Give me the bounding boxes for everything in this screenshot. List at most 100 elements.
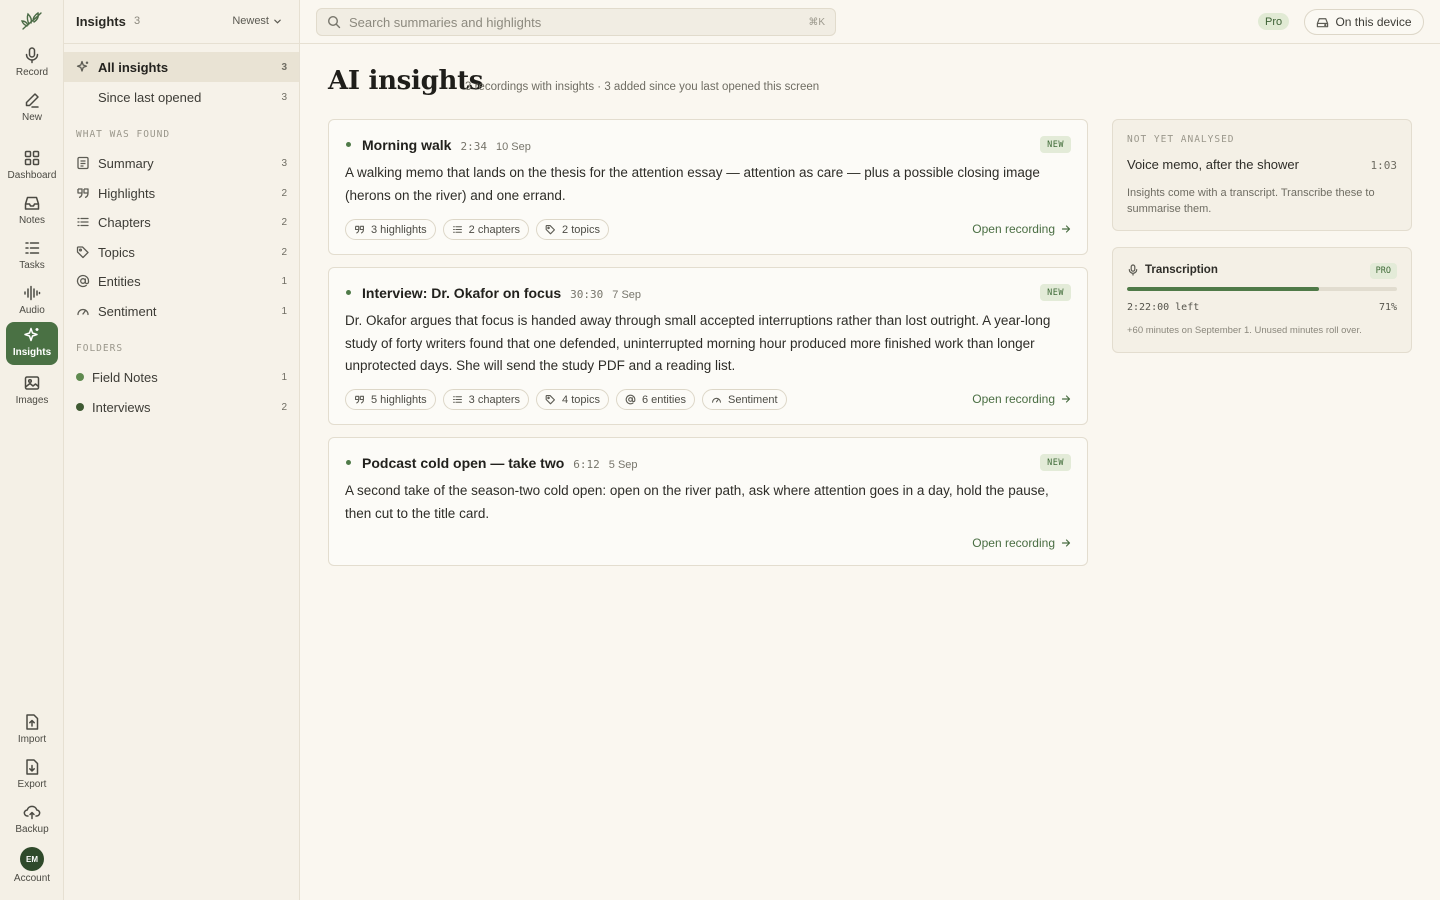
- inbox-icon: [23, 194, 41, 212]
- search-placeholder: Search summaries and highlights: [349, 14, 542, 30]
- rail-item-label: New: [21, 112, 42, 123]
- sidebar-item-since-last-opened[interactable]: Since last opened 3: [64, 82, 299, 112]
- sidebar-item-topics[interactable]: Topics 2: [64, 237, 299, 267]
- chevron-down-icon: [273, 17, 282, 26]
- sidebar-folder-field-notes[interactable]: Field Notes 1: [64, 362, 299, 392]
- tag-icon: [545, 394, 556, 405]
- file-import-icon: [23, 713, 41, 731]
- storage-location-label: On this device: [1335, 15, 1412, 29]
- rail-item-images[interactable]: Images: [6, 370, 58, 413]
- rail-item-audio[interactable]: Audio: [6, 280, 58, 323]
- topics-chip[interactable]: 2 topics: [536, 219, 609, 240]
- mic-icon: [1127, 264, 1139, 276]
- rail-item-label: Insights: [12, 347, 52, 358]
- search-input[interactable]: Search summaries and highlights ⌘K: [316, 8, 836, 36]
- waveform-icon: [23, 284, 41, 302]
- highlights-chip[interactable]: 3 highlights: [345, 219, 436, 240]
- gauge-icon: [76, 304, 90, 318]
- hard-drive-icon: [1316, 16, 1329, 29]
- account-avatar[interactable]: EM: [20, 847, 44, 871]
- rail-item-dashboard[interactable]: Dashboard: [6, 145, 58, 188]
- document-icon: [76, 156, 90, 170]
- rail-item-insights[interactable]: Insights: [6, 322, 58, 365]
- sidebar-title: Insights: [76, 14, 126, 29]
- sidebar-item-highlights[interactable]: Highlights 2: [64, 178, 299, 208]
- rail-item-label: Record: [15, 67, 49, 78]
- rail-item-label: Backup: [15, 824, 49, 835]
- quote-icon: [354, 394, 365, 405]
- open-recording-link[interactable]: Open recording: [972, 222, 1071, 236]
- sidebar-item-label: Highlights: [98, 185, 156, 201]
- chapters-chip[interactable]: 3 chapters: [442, 389, 530, 410]
- pending-recording-title[interactable]: Voice memo, after the shower: [1127, 157, 1299, 172]
- open-recording-label: Open recording: [972, 392, 1055, 406]
- tag-icon: [76, 245, 90, 259]
- highlights-chip[interactable]: 5 highlights: [345, 389, 436, 410]
- tag-icon: [545, 224, 556, 235]
- rail-item-backup[interactable]: Backup: [6, 799, 58, 842]
- rail-item-tasks[interactable]: Tasks: [6, 235, 58, 278]
- topics-chip[interactable]: 4 topics: [536, 389, 609, 410]
- image-icon: [23, 374, 41, 392]
- sidebar-item-count: 1: [281, 305, 287, 317]
- pro-badge: PRO: [1369, 263, 1397, 279]
- chip-label: 3 highlights: [371, 223, 427, 236]
- quote-icon: [76, 186, 90, 200]
- chip-label: 4 topics: [562, 393, 600, 406]
- chip-label: Sentiment: [727, 393, 778, 406]
- at-sign-icon: [625, 394, 636, 405]
- sparkle-icon: [23, 326, 41, 344]
- insight-card-podcast-cold-open[interactable]: Podcast cold open — take two 6:12 5 Sep …: [328, 437, 1088, 566]
- rail-item-notes[interactable]: Notes: [6, 190, 58, 233]
- card-summary: A second take of the season-two cold ope…: [345, 483, 1049, 521]
- card-duration: 2:34: [460, 140, 487, 153]
- sidebar-folder-interviews[interactable]: Interviews 2: [64, 392, 299, 422]
- sidebar-title-count: 3: [134, 15, 141, 27]
- transcription-progress-bar: [1127, 287, 1397, 291]
- entities-chip[interactable]: 6 entities: [615, 389, 695, 410]
- sparkle-icon: [76, 60, 90, 74]
- arrow-right-icon: [1061, 224, 1071, 234]
- cloud-upload-icon: [23, 803, 41, 821]
- leaf-logo-icon[interactable]: [20, 10, 44, 32]
- gauge-icon: [711, 394, 722, 405]
- arrow-right-icon: [1061, 538, 1071, 548]
- insight-card-interview-okafor[interactable]: Interview: Dr. Okafor on focus 30:30 7 S…: [328, 267, 1088, 425]
- card-header: Podcast cold open — take two 6:12 5 Sep: [362, 455, 638, 471]
- chapters-chip[interactable]: 2 chapters: [442, 219, 530, 240]
- sidebar-item-summary[interactable]: Summary 3: [64, 148, 299, 178]
- list-icon: [76, 215, 90, 229]
- rail-item-record[interactable]: Record: [6, 42, 58, 85]
- card-date: 10 Sep: [495, 141, 531, 153]
- sidebar-item-chapters[interactable]: Chapters 2: [64, 207, 299, 237]
- sidebar-item-label: Entities: [98, 273, 141, 289]
- rail-item-label: Tasks: [19, 260, 45, 271]
- rail-item-new[interactable]: New: [6, 87, 58, 130]
- sidebar-item-count: 2: [281, 246, 287, 258]
- open-recording-link[interactable]: Open recording: [972, 536, 1071, 550]
- sidebar-item-label: Chapters: [98, 214, 151, 230]
- transcription-progress-fill: [1127, 287, 1319, 291]
- rail-item-import[interactable]: Import: [6, 709, 58, 752]
- sentiment-chip[interactable]: Sentiment: [701, 389, 787, 410]
- sort-dropdown[interactable]: Newest: [232, 15, 282, 27]
- page-subtitle: 3 recordings with insights · 3 added sin…: [465, 81, 820, 93]
- arrow-right-icon: [1061, 394, 1071, 404]
- card-duration: 6:12: [573, 458, 600, 471]
- sidebar-item-sentiment[interactable]: Sentiment 1: [64, 296, 299, 326]
- transcription-title: Transcription: [1145, 264, 1218, 276]
- sidebar-item-label: Since last opened: [98, 89, 202, 105]
- card-date: 5 Sep: [608, 459, 638, 471]
- section-heading-what-was-found: WHAT WAS FOUND: [76, 129, 171, 140]
- transcription-usage-panel: Transcription PRO 2:22:00 left 71% +60 m…: [1112, 247, 1412, 353]
- sidebar-item-all-insights[interactable]: All insights 3: [64, 52, 299, 82]
- rail-item-export[interactable]: Export: [6, 754, 58, 797]
- storage-location-button[interactable]: On this device: [1304, 9, 1424, 35]
- insight-card-morning-walk[interactable]: Morning walk 2:34 10 Sep NEW A walking m…: [328, 119, 1088, 255]
- sidebar-item-entities[interactable]: Entities 1: [64, 266, 299, 296]
- sidebar-item-label: Summary: [98, 155, 154, 171]
- open-recording-link[interactable]: Open recording: [972, 392, 1071, 406]
- sidebar-item-count: 2: [281, 401, 287, 413]
- sidebar-item-label: Field Notes: [92, 369, 158, 385]
- card-duration: 30:30: [570, 288, 604, 301]
